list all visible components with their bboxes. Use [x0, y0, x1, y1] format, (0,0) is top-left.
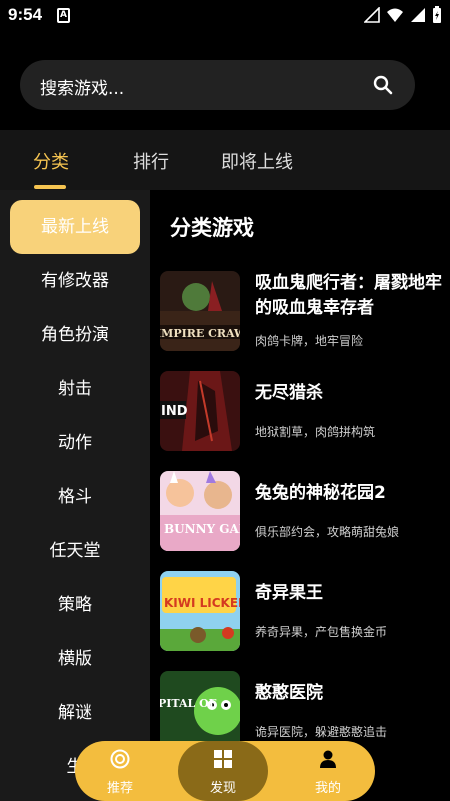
thumb-title: IND: [161, 404, 188, 419]
nav-label: 发现: [209, 781, 236, 796]
game-title: 吸血鬼爬行者：屠戮地牢的吸血鬼幸存者: [255, 273, 442, 318]
signal-triangle-icon: [364, 7, 380, 23]
sidebar-item-fighting[interactable]: 格斗: [10, 470, 140, 524]
thumb-title: KIWI LICKER: [164, 596, 240, 610]
nav-discover[interactable]: 发现: [178, 741, 268, 801]
search-placeholder: 搜索游戏...: [40, 79, 125, 99]
game-thumbnail[interactable]: PITAL OF: [160, 671, 240, 751]
game-title: 奇异果王: [255, 583, 323, 603]
game-item[interactable]: BUNNY GARDEN 2 兔兔的神秘花园2 俱乐部约会，攻略萌甜兔娘: [160, 471, 445, 553]
game-description: 肉鸽卡牌，地牢冒险: [255, 334, 364, 348]
sidebar-item-nintendo[interactable]: 任天堂: [10, 524, 140, 578]
app-notification-icon: A: [57, 8, 70, 23]
person-icon: [320, 750, 336, 768]
game-description: 诡异医院，躲避憨憨追击: [255, 725, 388, 739]
search-icon[interactable]: [373, 75, 393, 95]
game-thumbnail[interactable]: IMPIRE CRAWL: [160, 271, 240, 351]
nav-mine[interactable]: 我的: [283, 741, 373, 801]
game-item[interactable]: IND 无尽猎杀 地狱割草，肉鸽拼构筑: [160, 371, 445, 453]
game-item[interactable]: IMPIRE CRAWL 吸血鬼爬行者：屠戮地牢的吸血鬼幸存者 肉鸽卡牌，地牢冒…: [160, 271, 445, 353]
tab-category[interactable]: 分类: [33, 148, 69, 174]
category-tabs: 分类 排行 即将上线: [0, 130, 450, 190]
thumb-title: IMPIRE CRAWL: [160, 327, 240, 340]
game-description: 养奇异果，产包售换金币: [255, 625, 388, 639]
game-list-panel: 分类游戏 IMPIRE CRAWL 吸血鬼爬行者：屠戮地牢的吸血鬼幸存者 肉鸽卡…: [150, 190, 450, 801]
game-description: 地狱割草，肉鸽拼构筑: [255, 425, 376, 439]
status-time: 9:54: [8, 5, 43, 24]
bottom-nav: 推荐 发现 我的: [75, 741, 375, 801]
game-thumbnail[interactable]: BUNNY GARDEN 2: [160, 471, 240, 551]
section-title: 分类游戏: [170, 216, 254, 240]
game-thumbnail[interactable]: KIWI LICKER: [160, 571, 240, 651]
tab-indicator: [34, 185, 66, 189]
sidebar-item-action[interactable]: 动作: [10, 416, 140, 470]
sidebar-item-side-scroller[interactable]: 横版: [10, 632, 140, 686]
game-description: 俱乐部约会，攻略萌甜兔娘: [255, 525, 400, 539]
status-bar: 9:54 A: [0, 0, 450, 32]
target-icon: [110, 749, 130, 769]
game-title: 兔兔的神秘花园2: [255, 483, 386, 503]
game-title: 无尽猎杀: [255, 383, 323, 403]
nav-label: 我的: [314, 781, 341, 796]
search-area: 搜索游戏...: [0, 32, 450, 130]
grid-icon: [214, 750, 232, 768]
thumb-title: PITAL OF: [160, 697, 217, 710]
tab-coming-soon[interactable]: 即将上线: [221, 148, 293, 174]
sidebar-item-shooter[interactable]: 射击: [10, 362, 140, 416]
thumb-title: BUNNY GARDEN 2: [164, 522, 240, 536]
sidebar-item-with-modifier[interactable]: 有修改器: [10, 254, 140, 308]
nav-label: 推荐: [106, 781, 133, 796]
sidebar-item-strategy[interactable]: 策略: [10, 578, 140, 632]
status-icons: [364, 6, 442, 24]
tab-ranking[interactable]: 排行: [133, 148, 169, 174]
sidebar-item-puzzle[interactable]: 解谜: [10, 686, 140, 740]
wifi-icon: [387, 8, 403, 22]
game-title: 憨憨医院: [255, 683, 323, 703]
nav-recommend[interactable]: 推荐: [75, 741, 165, 801]
cell-signal-icon: [411, 8, 425, 22]
sidebar-item-rpg[interactable]: 角色扮演: [10, 308, 140, 362]
game-item[interactable]: KIWI LICKER 奇异果王 养奇异果，产包售换金币: [160, 571, 445, 653]
search-input[interactable]: 搜索游戏...: [20, 60, 415, 110]
game-thumbnail[interactable]: IND: [160, 371, 240, 451]
battery-icon: [433, 6, 441, 23]
sidebar: 最新上线 有修改器 角色扮演 射击 动作 格斗 任天堂 策略 横版 解谜 生: [0, 190, 150, 801]
sidebar-item-latest[interactable]: 最新上线: [10, 200, 140, 254]
